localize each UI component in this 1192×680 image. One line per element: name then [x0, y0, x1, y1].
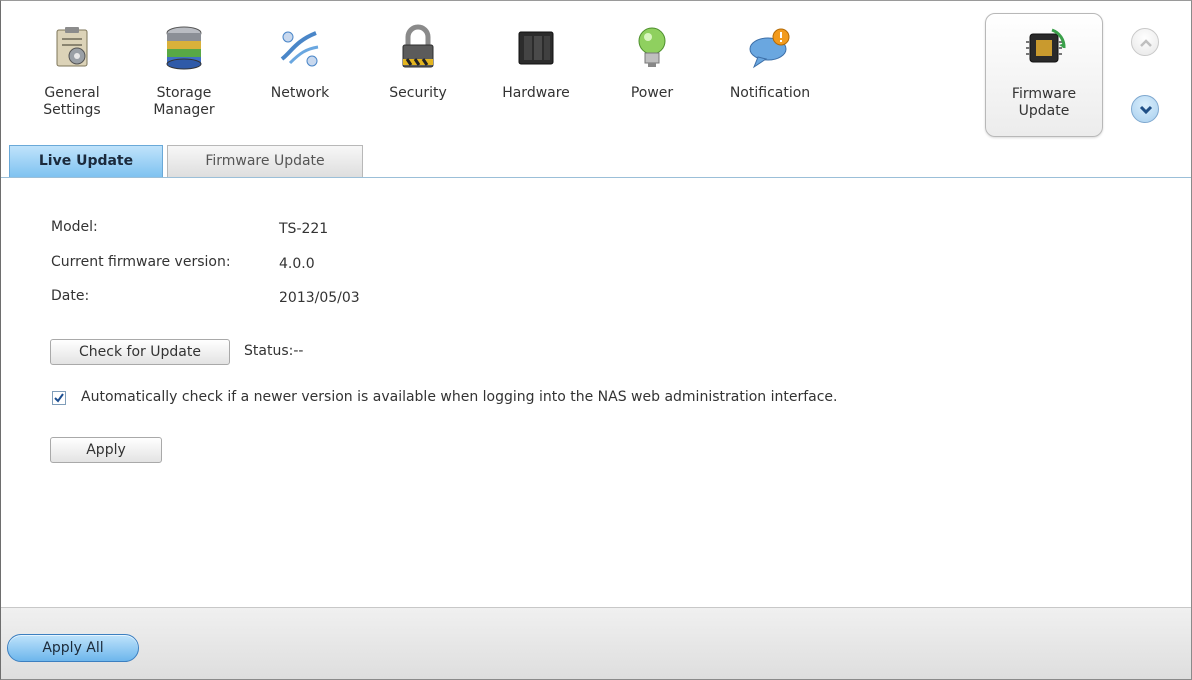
toolbar-label: Network	[270, 85, 330, 101]
padlock-icon	[402, 24, 434, 68]
firmware-version-label: Current firmware version:	[51, 254, 231, 270]
toolbar-label: Storage Manager	[153, 85, 215, 118]
toolbar-label: Notification	[729, 85, 811, 101]
toolbar-label: Firmware Update	[1011, 86, 1077, 119]
apply-all-button[interactable]: Apply All	[7, 634, 139, 662]
date-label: Date:	[51, 288, 90, 304]
model-value: TS-221	[279, 221, 329, 237]
check-for-update-button[interactable]: Check for Update	[50, 339, 230, 365]
settings-toolbar: General Settings Storage Manager Network	[9, 9, 1109, 141]
clipboard-settings-icon	[56, 27, 88, 67]
tab-divider	[1, 177, 1191, 178]
speech-bubble-alert-icon	[749, 28, 790, 69]
chevron-up-icon	[1140, 39, 1152, 47]
auto-check-label[interactable]: Automatically check if a newer version i…	[81, 389, 838, 405]
scroll-down-button[interactable]	[1131, 95, 1159, 123]
chevron-down-icon	[1139, 105, 1153, 115]
tab-firmware-update[interactable]: Firmware Update	[167, 145, 363, 177]
toolbar-label: General Settings	[43, 85, 101, 118]
lightbulb-icon	[638, 27, 666, 67]
network-icon	[280, 31, 319, 67]
storage-disks-icon	[166, 26, 202, 70]
footer-bar: Apply All	[1, 607, 1191, 679]
apply-button[interactable]: Apply	[50, 437, 162, 463]
chip-update-icon	[1026, 28, 1066, 63]
firmware-update-window: General Settings Storage Manager Network	[0, 0, 1192, 680]
scroll-up-button[interactable]	[1131, 28, 1159, 56]
update-status: Status:--	[244, 343, 304, 359]
model-label: Model:	[51, 219, 98, 235]
toolbar-label: Power	[630, 85, 674, 101]
toolbar-label: Security	[389, 85, 447, 101]
auto-check-checkbox[interactable]	[52, 391, 66, 405]
toolbar-item-general-settings[interactable]: General Settings	[13, 13, 131, 137]
tab-live-update[interactable]: Live Update	[9, 145, 163, 177]
hardware-nas-icon	[518, 31, 554, 65]
toolbar-label: Hardware	[502, 85, 570, 101]
toolbar-item-storage-manager[interactable]: Storage Manager	[125, 13, 243, 137]
toolbar-item-network[interactable]: Network	[241, 13, 359, 137]
toolbar-item-security[interactable]: Security	[359, 13, 477, 137]
date-value: 2013/05/03	[279, 290, 360, 306]
toolbar-item-notification[interactable]: Notification	[711, 13, 829, 137]
firmware-version-value: 4.0.0	[279, 256, 315, 272]
toolbar-item-power[interactable]: Power	[593, 13, 711, 137]
checkmark-icon	[54, 393, 64, 403]
toolbar-item-firmware-update[interactable]: Firmware Update	[985, 13, 1103, 137]
toolbar-item-hardware[interactable]: Hardware	[477, 13, 595, 137]
